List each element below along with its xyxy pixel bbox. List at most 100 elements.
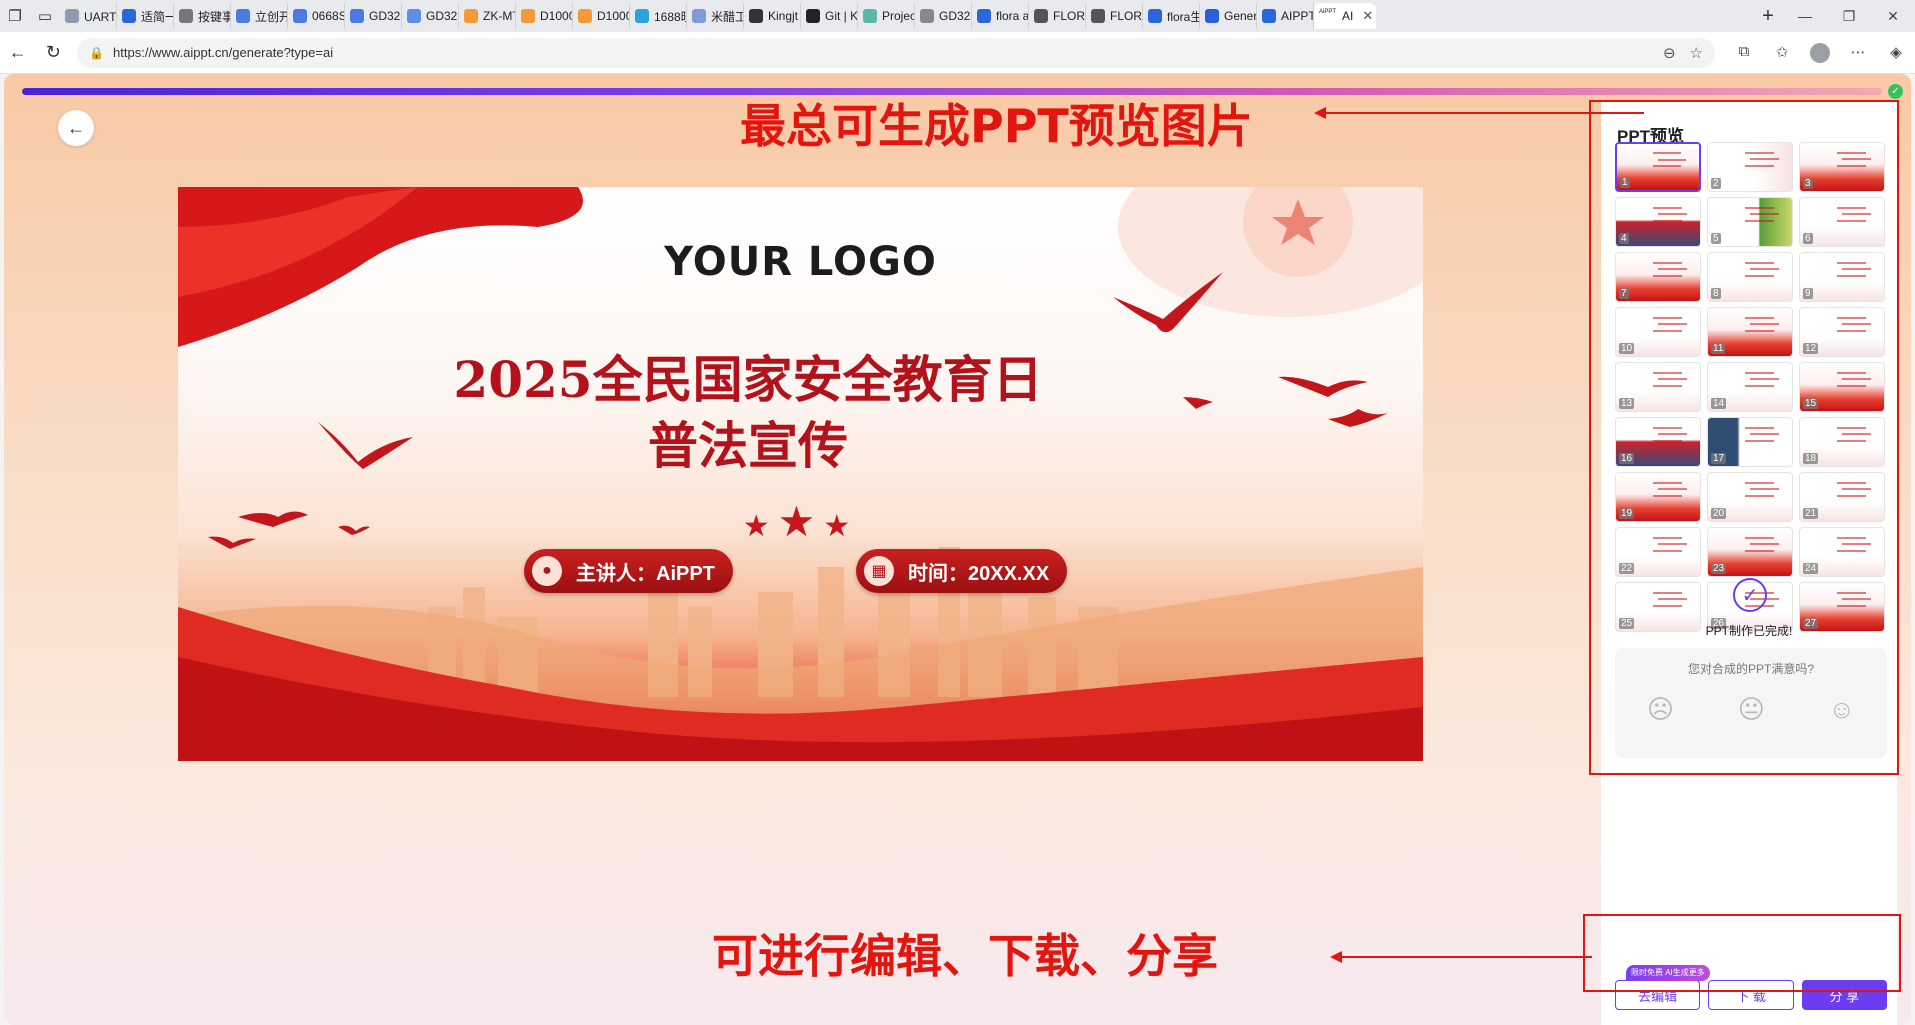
tab-favicon-icon xyxy=(692,9,706,23)
annotation-bottom-line xyxy=(1342,956,1592,958)
browser-tab[interactable]: 0668S xyxy=(288,3,345,29)
star-decoration-icon: ★★★ xyxy=(742,498,859,545)
minimize-icon[interactable]: — xyxy=(1783,8,1827,25)
user-icon: ● xyxy=(532,556,562,586)
tab-favicon-icon xyxy=(1034,9,1048,23)
browser-tab[interactable]: UART通 xyxy=(60,3,117,29)
tab-label: flora生 xyxy=(1167,9,1200,24)
annotation-top-arrow-icon xyxy=(1314,107,1326,119)
tab-label: 按键事 xyxy=(198,9,231,24)
browser-tab[interactable]: 适简一 xyxy=(117,3,174,29)
browser-tab[interactable]: 1688旺 xyxy=(630,3,687,29)
tab-favicon-icon xyxy=(236,9,250,23)
tab-label: UART通 xyxy=(84,9,117,24)
tab-label: flora ai xyxy=(996,9,1029,23)
tab-strip: UART通 适简一 按键事 立创开 0668S GD32F GD32F ZK-MT D1000 D… xyxy=(60,0,1753,32)
restore-icon[interactable]: ❐ xyxy=(1827,8,1871,25)
tab-favicon-icon xyxy=(806,9,820,23)
extensions-icon[interactable]: ⧉ xyxy=(1725,43,1763,63)
browser-tab[interactable]: 米醋工 xyxy=(687,3,744,29)
tab-label: Project xyxy=(882,9,914,23)
close-window-icon[interactable]: ✕ xyxy=(1871,8,1915,25)
browser-tab[interactable]: 按键事 xyxy=(174,3,231,29)
tab-favicon-icon xyxy=(920,9,934,23)
profile-avatar[interactable] xyxy=(1801,42,1839,63)
browser-tab[interactable]: ZK-MT xyxy=(459,3,516,29)
zoom-icon[interactable]: ⊖ xyxy=(1663,44,1676,62)
browser-tab[interactable]: 立创开 xyxy=(231,3,288,29)
more-menu-icon[interactable]: ⋯ xyxy=(1839,43,1877,63)
tab-favicon-icon xyxy=(578,9,592,23)
browser-tab[interactable]: GD32F xyxy=(402,3,459,29)
tab-favicon-icon xyxy=(65,9,79,23)
browser-tab[interactable]: Kingjt xyxy=(744,3,801,29)
tab-label: Kingjt xyxy=(768,9,799,23)
tab-label: Genera xyxy=(1224,9,1257,23)
tab-label: 米醋工 xyxy=(711,9,744,24)
window-controls: — ❐ ✕ xyxy=(1783,8,1915,25)
generate-page: ✓ ← YOUR LOGO 2025全民国家安全教育日普法宣传 ★★★ ● 主讲… xyxy=(4,74,1911,1025)
tab-label: AIPPT xyxy=(1281,9,1314,23)
tab-actions-icon[interactable]: ▭ xyxy=(30,3,60,29)
browser-tab[interactable]: FLORA xyxy=(1086,3,1143,29)
tab-favicon-icon xyxy=(464,9,478,23)
tab-favicon-icon xyxy=(1262,9,1276,23)
tab-label: 0668S xyxy=(312,9,345,23)
slide-title: 2025全民国家安全教育日普法宣传 xyxy=(453,350,1043,475)
tab-favicon-icon xyxy=(122,9,136,23)
time-text: 时间：20XX.XX xyxy=(908,562,1050,585)
browser-tab[interactable]: flora生 xyxy=(1143,3,1200,29)
check-icon: ✓ xyxy=(1888,84,1903,99)
slide-preview: YOUR LOGO 2025全民国家安全教育日普法宣传 ★★★ ● 主讲人：Ai… xyxy=(178,187,1423,761)
browser-tab[interactable]: Project xyxy=(858,3,915,29)
favorite-star-icon[interactable]: ☆ xyxy=(1690,44,1703,62)
browser-tab[interactable]: D1000 xyxy=(573,3,630,29)
tab-favicon-icon xyxy=(350,9,364,23)
tab-favicon-icon xyxy=(749,9,763,23)
browser-tab-active[interactable]: AiPPT AI ✕ xyxy=(1314,3,1376,29)
presenter-pill: ● 主讲人：AiPPT xyxy=(524,549,733,593)
browser-tab[interactable]: GD32F xyxy=(915,3,972,29)
tab-favicon-icon xyxy=(179,9,193,23)
annotation-bottom-arrow-icon xyxy=(1330,951,1342,963)
browser-tab[interactable]: flora ai xyxy=(972,3,1029,29)
tab-label: GD32F xyxy=(939,9,971,23)
time-pill: ▦ 时间：20XX.XX xyxy=(856,549,1068,593)
aippt-favicon-icon: AiPPT xyxy=(1319,9,1337,23)
tab-label: ZK-MT xyxy=(483,9,516,23)
url-text[interactable]: https://www.aippt.cn/generate?type=ai xyxy=(113,45,1649,60)
lock-icon: 🔒 xyxy=(89,45,104,60)
browser-tab[interactable]: D1000 xyxy=(516,3,573,29)
tab-label: 1688旺 xyxy=(654,9,686,24)
slide-logo: YOUR LOGO xyxy=(664,239,937,285)
browser-tab-bar: ❐ ▭ UART通 适简一 按键事 立创开 0668S GD32F GD32F ZK-MT D1… xyxy=(0,0,1915,32)
back-nav-icon[interactable]: ← xyxy=(0,42,36,63)
back-button[interactable]: ← xyxy=(58,110,94,146)
browser-tab[interactable]: GD32F xyxy=(345,3,402,29)
tab-label: Git | K xyxy=(825,9,858,23)
browser-tab[interactable]: Genera xyxy=(1200,3,1257,29)
annotation-bottom: 可进行编辑、下载、分享 xyxy=(712,929,1218,983)
reload-icon[interactable]: ↻ xyxy=(36,42,72,63)
favorites-icon[interactable]: ✩ xyxy=(1763,43,1801,63)
tab-label: GD32F xyxy=(426,9,458,23)
workspaces-icon[interactable]: ❐ xyxy=(0,3,30,29)
close-tab-icon[interactable]: ✕ xyxy=(1362,8,1373,24)
tab-label: AI xyxy=(1342,9,1354,23)
new-tab-button[interactable]: + xyxy=(1753,5,1783,28)
annotation-preview-box xyxy=(1589,100,1899,775)
browser-tab[interactable]: FLORA xyxy=(1029,3,1086,29)
annotation-actions-box xyxy=(1583,914,1901,992)
tab-label: 适简一 xyxy=(141,9,174,24)
copilot-icon[interactable]: ◈ xyxy=(1877,43,1915,63)
tab-favicon-icon xyxy=(863,9,877,23)
browser-tab[interactable]: Git | K xyxy=(801,3,858,29)
url-field[interactable]: 🔒 https://www.aippt.cn/generate?type=ai … xyxy=(77,37,1715,68)
tab-favicon-icon xyxy=(1148,9,1162,23)
tab-favicon-icon xyxy=(977,9,991,23)
tab-favicon-icon xyxy=(407,9,421,23)
toolbar-icons: ⧉ ✩ ⋯ ◈ xyxy=(1725,42,1915,63)
tab-label: GD32F xyxy=(369,9,401,23)
browser-tab[interactable]: AIPPT xyxy=(1257,3,1314,29)
annotation-top: 最总可生成PPT预览图片 xyxy=(740,99,1253,153)
